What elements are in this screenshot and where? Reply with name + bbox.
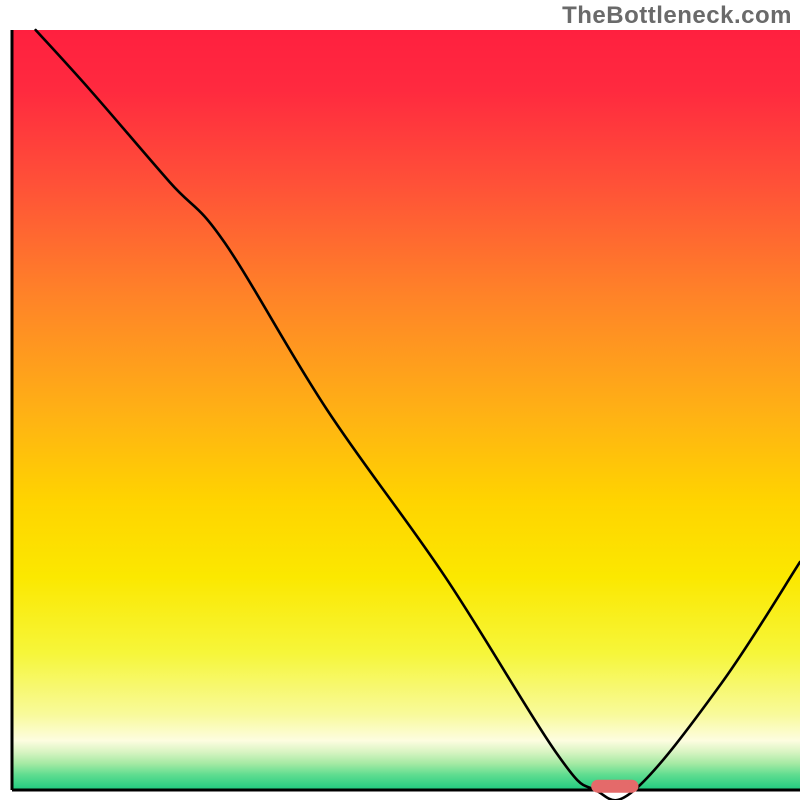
- watermark-label: TheBottleneck.com: [562, 2, 792, 30]
- plot-background: [12, 30, 800, 790]
- chart-frame: TheBottleneck.com: [0, 0, 800, 800]
- bottleneck-chart: [0, 0, 800, 800]
- optimal-marker: [591, 780, 638, 793]
